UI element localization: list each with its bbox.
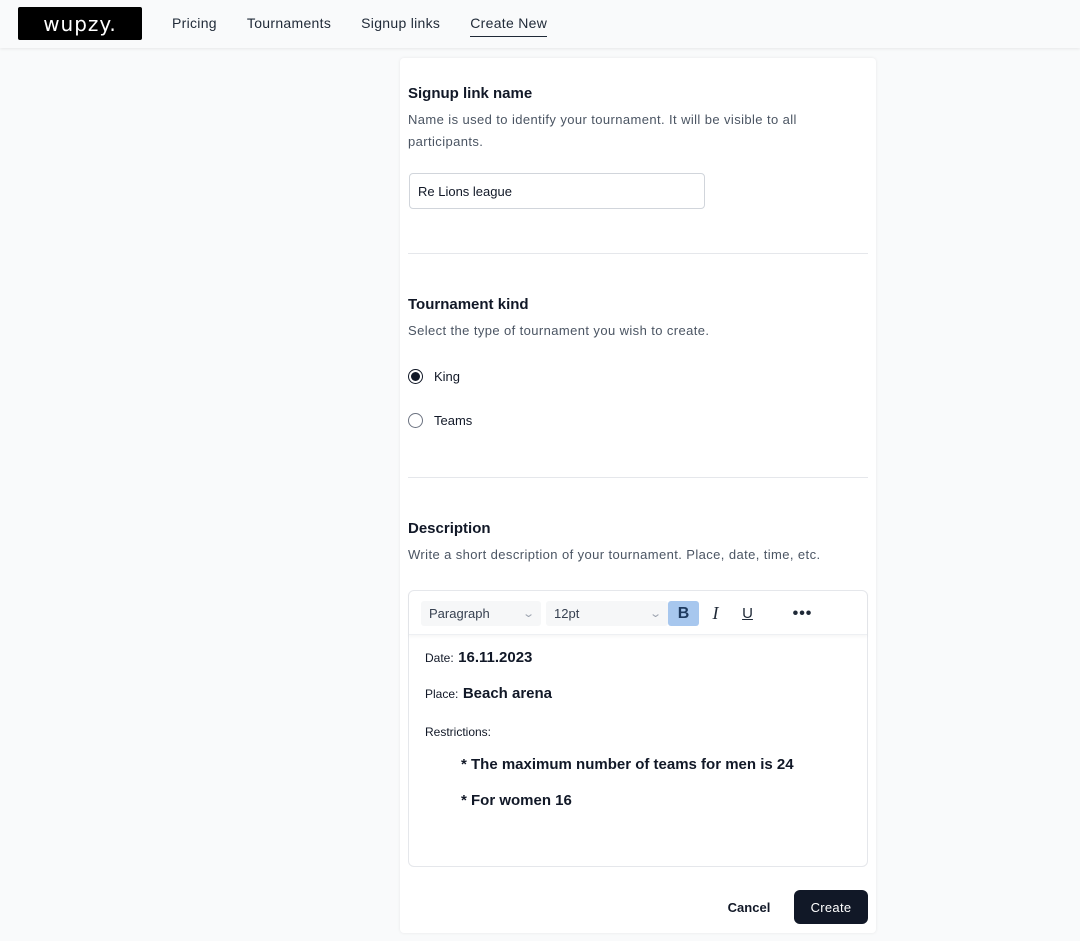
radio-unchecked-icon[interactable] bbox=[408, 413, 423, 428]
bold-button[interactable]: B bbox=[668, 601, 699, 626]
section-divider bbox=[408, 253, 868, 254]
place-label: Place: bbox=[425, 687, 459, 701]
restrictions-label: Restrictions: bbox=[425, 725, 492, 739]
section-divider bbox=[408, 477, 868, 478]
underline-icon: U bbox=[742, 605, 753, 622]
place-line: Place: Beach arena bbox=[425, 685, 552, 703]
nav-signup-links[interactable]: Signup links bbox=[361, 15, 440, 37]
description-help-text: Write a short description of your tourna… bbox=[408, 547, 821, 562]
font-size-value: 12pt bbox=[554, 606, 580, 621]
radio-label-king: King bbox=[434, 369, 461, 384]
more-horizontal-icon: ••• bbox=[792, 604, 813, 622]
block-format-select[interactable]: Paragraph ⌄ bbox=[421, 601, 541, 626]
font-size-select[interactable]: 12pt ⌄ bbox=[546, 601, 668, 626]
more-options-button[interactable]: ••• bbox=[787, 601, 818, 626]
logo-text: wupzy. bbox=[43, 11, 117, 36]
rich-text-editor: Paragraph ⌄ 12pt ⌄ B I U ••• Date: 16.11… bbox=[408, 590, 868, 867]
signup-link-name-input[interactable] bbox=[409, 173, 705, 209]
description-title: Description bbox=[408, 520, 491, 537]
restriction-bullet: * For women 16 bbox=[461, 792, 572, 809]
top-navbar: wupzy. Pricing Tournaments Signup links … bbox=[0, 0, 1080, 48]
nav-create-new[interactable]: Create New bbox=[470, 15, 548, 37]
italic-icon: I bbox=[712, 603, 719, 623]
create-button[interactable]: Create bbox=[794, 890, 868, 924]
main-nav: Pricing Tournaments Signup links Create … bbox=[172, 15, 548, 37]
restrictions-line: Restrictions: bbox=[425, 723, 491, 741]
italic-button[interactable]: I bbox=[700, 601, 731, 626]
restriction-bullet: * The maximum number of teams for men is… bbox=[461, 756, 794, 773]
tournament-kind-description: Select the type of tournament you wish t… bbox=[408, 323, 710, 338]
editor-toolbar: Paragraph ⌄ 12pt ⌄ B I U ••• bbox=[409, 591, 867, 635]
chevron-down-icon: ⌄ bbox=[648, 608, 662, 620]
nav-pricing[interactable]: Pricing bbox=[172, 15, 217, 37]
radio-checked-icon[interactable] bbox=[408, 369, 423, 384]
nav-tournaments[interactable]: Tournaments bbox=[247, 15, 331, 37]
place-value: Beach arena bbox=[462, 685, 553, 702]
tournament-kind-title: Tournament kind bbox=[408, 296, 529, 313]
date-line: Date: 16.11.2023 bbox=[425, 649, 532, 667]
radio-option-teams[interactable]: Teams bbox=[408, 413, 472, 428]
logo[interactable]: wupzy. bbox=[18, 7, 142, 40]
cancel-button[interactable]: Cancel bbox=[718, 890, 780, 924]
chevron-down-icon: ⌄ bbox=[521, 608, 535, 620]
block-format-value: Paragraph bbox=[429, 606, 490, 621]
create-form-card: Signup link name Name is used to identif… bbox=[400, 58, 876, 933]
radio-label-teams: Teams bbox=[434, 413, 473, 428]
bold-icon: B bbox=[677, 604, 690, 622]
date-label: Date: bbox=[425, 651, 454, 665]
underline-button[interactable]: U bbox=[732, 601, 763, 626]
radio-option-king[interactable]: King bbox=[408, 369, 460, 384]
signup-link-name-description: Name is used to identify your tournament… bbox=[408, 112, 797, 149]
signup-link-name-title: Signup link name bbox=[408, 85, 533, 102]
date-value: 16.11.2023 bbox=[458, 649, 533, 666]
